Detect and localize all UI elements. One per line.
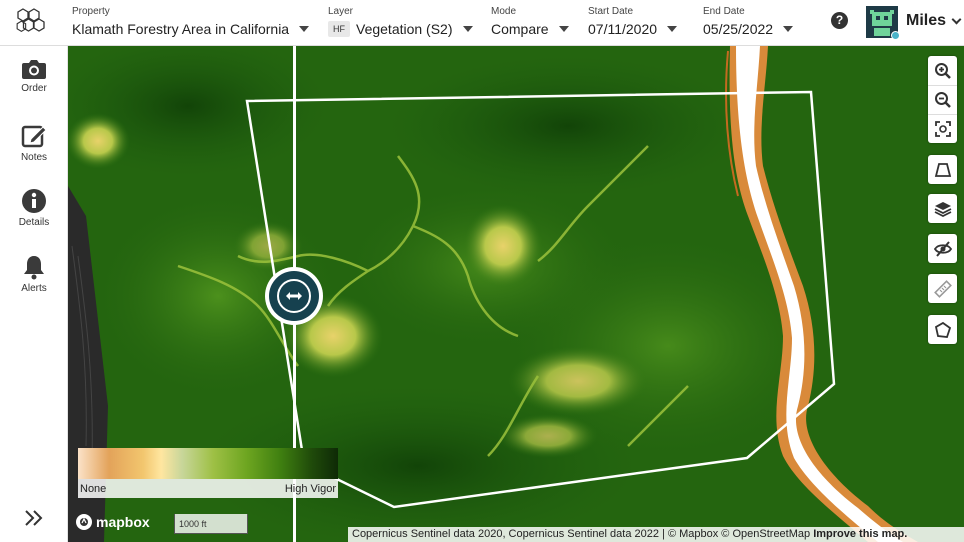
mapbox-icon — [76, 514, 92, 530]
vegetation-legend: None High Vigor — [78, 448, 338, 498]
start-date-label: Start Date — [588, 6, 634, 17]
layer-selector[interactable]: Layer HF Vegetation (S2) — [328, 6, 473, 38]
caret-down-icon — [667, 26, 678, 32]
legend-gradient — [78, 448, 338, 479]
polygon-icon — [934, 321, 951, 338]
sidebar-item-label: Order — [21, 83, 47, 94]
caret-down-icon — [783, 26, 794, 32]
sidebar-item-details[interactable]: Details — [0, 188, 68, 228]
mapbox-wordmark: mapbox — [96, 514, 150, 530]
avatar[interactable] — [866, 6, 900, 40]
mapbox-logo[interactable]: mapbox — [76, 514, 150, 530]
fit-bounds-icon — [934, 121, 951, 137]
caret-down-icon — [462, 26, 473, 32]
legend-min-label: None — [80, 482, 107, 495]
app-logo-icon[interactable] — [14, 7, 48, 37]
sidebar-item-label: Notes — [20, 152, 48, 163]
top-bar: Property Klamath Forestry Area in Califo… — [0, 0, 964, 46]
edit-icon — [21, 125, 47, 148]
sidebar-item-order[interactable]: Order — [0, 58, 68, 94]
caret-down-icon — [299, 26, 310, 32]
zoom-in-button[interactable] — [928, 56, 957, 85]
caret-down-icon — [558, 26, 569, 32]
layers-icon — [934, 201, 951, 217]
ruler-icon — [933, 279, 952, 298]
zoom-in-icon — [934, 62, 951, 79]
end-date-selector[interactable]: End Date 05/25/2022 — [703, 6, 794, 38]
mode-label: Mode — [491, 6, 517, 17]
layer-badge: HF — [328, 21, 350, 37]
help-icon[interactable]: ? — [831, 12, 848, 29]
fit-bounds-button[interactable] — [928, 114, 957, 143]
mode-value: Compare — [491, 21, 549, 37]
end-date-label: End Date — [703, 6, 745, 17]
property-selector[interactable]: Property Klamath Forestry Area in Califo… — [72, 6, 310, 38]
zoom-out-icon — [934, 92, 951, 108]
attribution-text: Copernicus Sentinel data 2020, Copernicu… — [352, 528, 811, 540]
camera-icon — [22, 60, 46, 79]
username: Miles — [906, 12, 947, 29]
property-label: Property — [72, 6, 110, 17]
zoom-out-button[interactable] — [928, 85, 957, 114]
double-chevron-right-icon[interactable] — [22, 506, 46, 530]
trapezoid-icon — [934, 162, 951, 177]
improve-map-link[interactable]: Improve this map. — [813, 528, 907, 540]
status-dot — [891, 31, 900, 40]
layer-value: Vegetation (S2) — [356, 21, 453, 37]
sidebar-item-label: Alerts — [21, 283, 47, 294]
perspective-button[interactable] — [928, 155, 957, 184]
drag-arrows-icon — [286, 292, 302, 300]
sidebar-item-label: Details — [18, 217, 50, 228]
start-date-value: 07/11/2020 — [588, 21, 658, 37]
sidebar-item-alerts[interactable]: Alerts — [0, 254, 68, 294]
eye-off-icon — [933, 240, 952, 257]
visibility-toggle-button[interactable] — [928, 234, 957, 263]
end-date-value: 05/25/2022 — [703, 21, 774, 37]
legend-max-label: High Vigor — [284, 482, 336, 495]
chevron-down-icon — [951, 14, 962, 24]
layer-label: Layer — [328, 6, 354, 17]
map-view[interactable]: None High Vigor mapbox 1000 ft Copernicu… — [68, 46, 964, 542]
info-icon — [22, 189, 46, 213]
start-date-selector[interactable]: Start Date 07/11/2020 — [588, 6, 678, 38]
compare-slider-handle[interactable] — [265, 267, 323, 325]
mode-selector[interactable]: Mode Compare — [491, 6, 569, 38]
scale-bar: 1000 ft — [174, 514, 248, 534]
bell-icon — [24, 256, 44, 280]
sidebar: Order Notes Details Alerts — [0, 46, 68, 542]
zoom-controls — [928, 56, 957, 143]
sidebar-item-notes[interactable]: Notes — [0, 123, 68, 163]
property-value: Klamath Forestry Area in California — [72, 21, 290, 37]
map-attribution: Copernicus Sentinel data 2020, Copernicu… — [348, 527, 964, 542]
draw-polygon-button[interactable] — [928, 315, 957, 344]
user-menu[interactable]: Miles — [906, 12, 962, 30]
layers-button[interactable] — [928, 194, 957, 223]
measure-button[interactable] — [928, 274, 957, 303]
